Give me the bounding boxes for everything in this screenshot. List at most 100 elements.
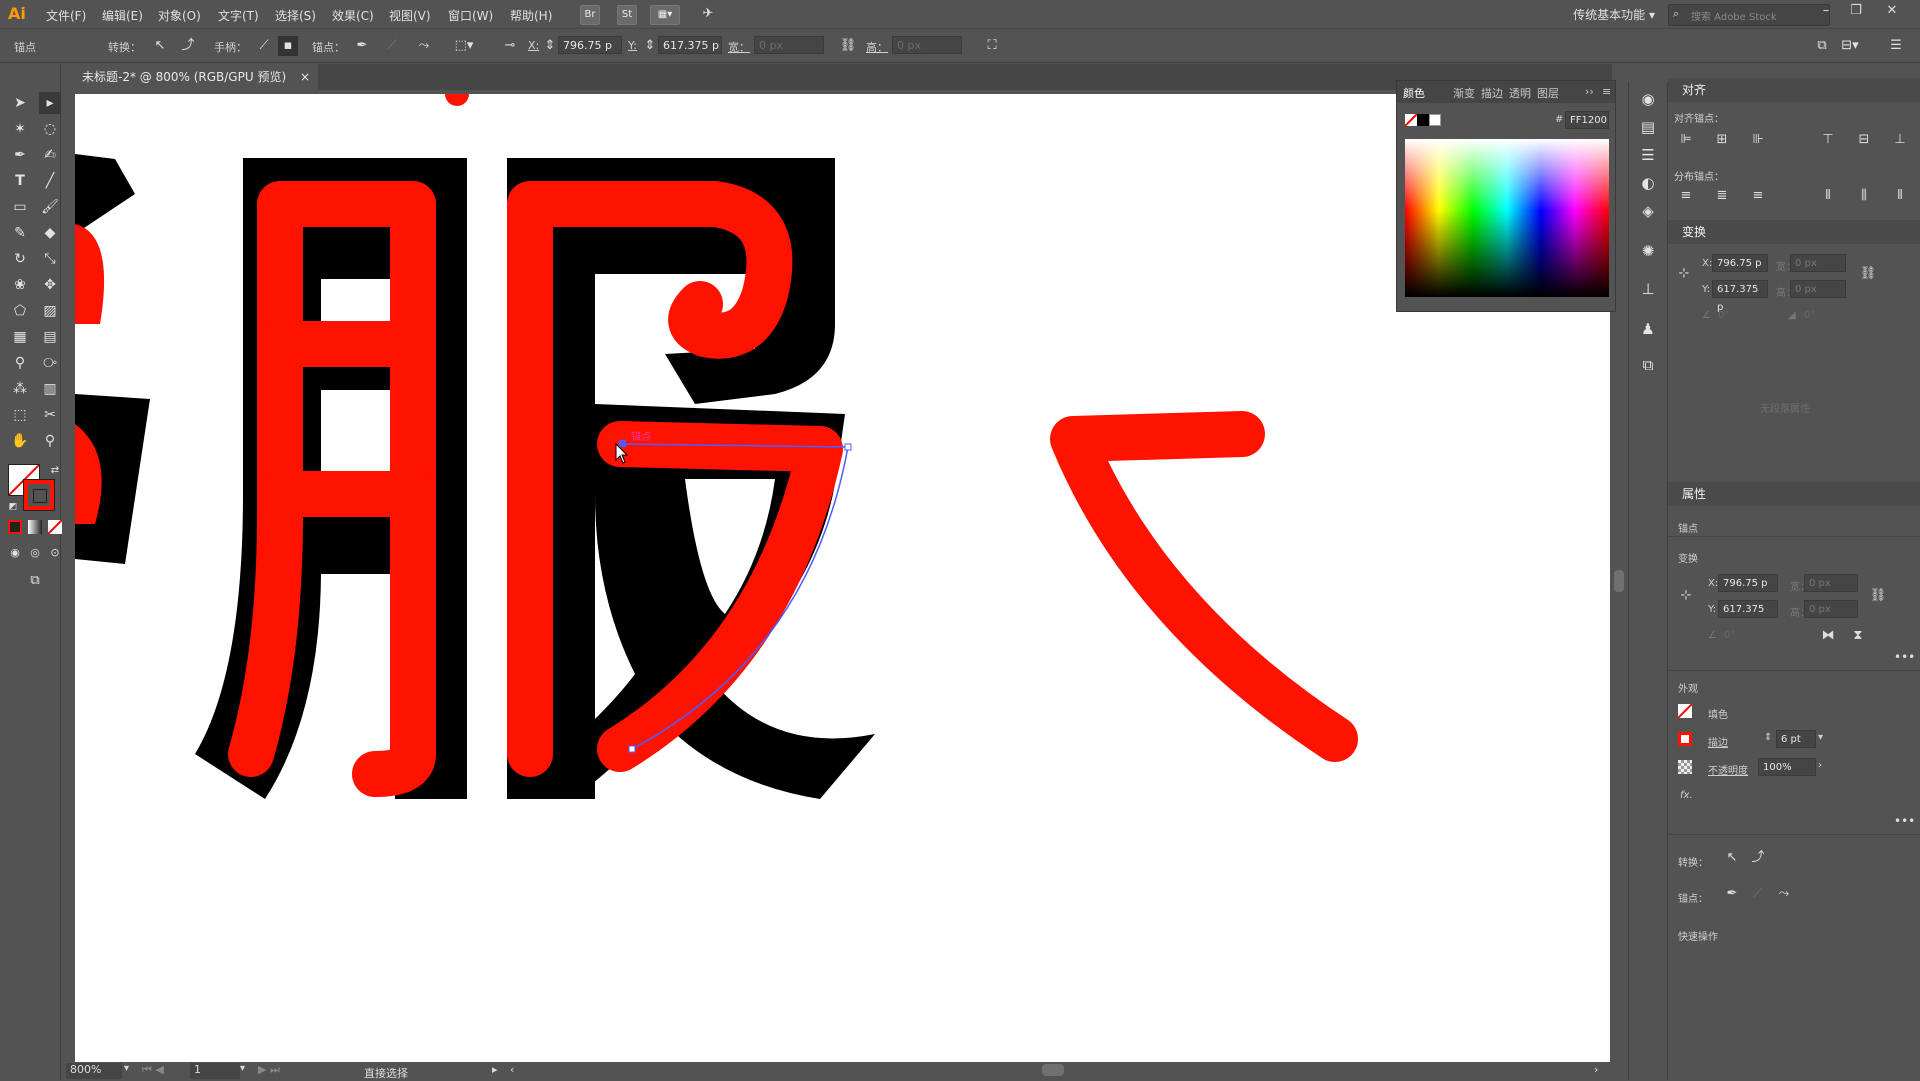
tf-x-input[interactable]: 796.75 p: [1712, 254, 1768, 272]
tab-layers[interactable]: 图层: [1537, 85, 1559, 101]
transform-panel-header[interactable]: 变换: [1668, 220, 1920, 244]
workspace-switcher[interactable]: 传统基本功能 ▾: [1573, 6, 1655, 23]
paintbrush-icon[interactable]: 🖌: [39, 196, 61, 218]
symbols-icon[interactable]: ✺: [1637, 240, 1659, 262]
black-swatch[interactable]: [1417, 114, 1429, 126]
menu-type[interactable]: 文字(T): [218, 7, 259, 24]
prop-fill-swatch[interactable]: [1677, 703, 1693, 719]
flip-vertical-icon[interactable]: ⧗: [1848, 626, 1868, 646]
vertical-scrollbar-thumb[interactable]: [1614, 570, 1624, 592]
prop-link-icon[interactable]: ⛓: [1868, 586, 1888, 606]
w-input[interactable]: 0 px: [754, 36, 824, 54]
menu-edit[interactable]: 编辑(E): [102, 7, 143, 24]
y-stepper-icon[interactable]: ⇕: [644, 36, 656, 56]
align-hcenter-icon[interactable]: ⊞: [1712, 130, 1732, 150]
minimize-icon[interactable]: –: [1815, 3, 1837, 23]
stroke-weight-dropdown-icon[interactable]: ▾: [1818, 732, 1823, 743]
slice-tool-icon[interactable]: ✂: [39, 404, 61, 426]
tab-stroke[interactable]: 描边: [1481, 85, 1503, 101]
close-tab-icon[interactable]: ×: [300, 64, 310, 90]
prop-x-input[interactable]: 796.75 p: [1718, 574, 1778, 592]
perspective-grid-icon[interactable]: ▨: [39, 300, 61, 322]
scroll-right-icon[interactable]: ›: [1594, 1063, 1598, 1076]
tf-y-input[interactable]: 617.375 p: [1712, 280, 1768, 313]
hex-input[interactable]: FF1200: [1565, 111, 1609, 129]
opacity-input[interactable]: 100%: [1758, 758, 1816, 776]
selection-tool-icon[interactable]: ➤: [9, 92, 31, 114]
fx-button[interactable]: fx.: [1680, 790, 1693, 801]
warp-tool-icon[interactable]: ❀: [9, 274, 31, 296]
puppet-warp-icon[interactable]: ✥: [39, 274, 61, 296]
artboard-canvas[interactable]: 锚点: [75, 94, 1610, 1062]
tab-gradient[interactable]: 渐变: [1453, 85, 1475, 101]
eyedropper-icon[interactable]: ⚲: [9, 352, 31, 374]
prop-connect-icon[interactable]: ⤳: [1774, 884, 1794, 904]
artwork-svg[interactable]: 锚点: [75, 94, 1610, 1062]
color-mode-icon[interactable]: [8, 520, 22, 534]
shape-builder-icon[interactable]: ⬠: [9, 300, 31, 322]
align-right-icon[interactable]: ⊪: [1748, 130, 1768, 150]
type-tool-icon[interactable]: T: [9, 170, 31, 192]
cut-path-icon[interactable]: ⟋: [382, 36, 402, 56]
color-spectrum[interactable]: [1405, 139, 1609, 297]
status-menu-icon[interactable]: ▸: [492, 1063, 498, 1076]
shaper-tool-icon[interactable]: ✎: [9, 222, 31, 244]
rotate-tool-icon[interactable]: ↻: [9, 248, 31, 270]
properties-panel-header[interactable]: 属性: [1668, 482, 1920, 506]
menu-select[interactable]: 选择(S): [275, 7, 316, 24]
artboard-dropdown-icon[interactable]: ▾: [240, 1063, 245, 1074]
convert-smooth-icon[interactable]: ⤴: [178, 36, 198, 56]
align-panel-icon[interactable]: ⊥: [1637, 278, 1659, 300]
tf-link-icon[interactable]: ⛓: [1858, 264, 1878, 284]
color-guide-icon[interactable]: ◉: [1637, 88, 1659, 110]
menu-file[interactable]: 文件(F): [46, 7, 86, 24]
document-tab[interactable]: 未标题-2* @ 800% (RGB/GPU 预览) ×: [62, 64, 318, 90]
tab-transparency[interactable]: 透明: [1509, 85, 1531, 101]
link-icon[interactable]: ⛓: [838, 36, 858, 56]
distribute-hcenter-icon[interactable]: ⫼: [1854, 186, 1874, 206]
align-bottom-icon[interactable]: ⊥: [1890, 130, 1910, 150]
artboard-tool-icon[interactable]: ⬚: [9, 404, 31, 426]
prop-convert-smooth-icon[interactable]: ⤴: [1748, 848, 1768, 868]
stock-icon[interactable]: St: [617, 5, 637, 25]
menu-help[interactable]: 帮助(H): [510, 7, 552, 24]
align-top-icon[interactable]: ⊤: [1818, 130, 1838, 150]
draw-behind-icon[interactable]: ◎: [24, 542, 46, 564]
zoom-dropdown-icon[interactable]: ▾: [124, 1063, 129, 1074]
eraser-icon[interactable]: ◆: [39, 222, 61, 244]
appearance-icon[interactable]: ◐: [1637, 172, 1659, 194]
opacity-label[interactable]: 不透明度: [1708, 762, 1748, 777]
distribute-bottom-icon[interactable]: ≡: [1748, 186, 1768, 206]
stroke-swatch[interactable]: [23, 479, 55, 511]
prop-h-input[interactable]: 0 px: [1804, 600, 1858, 618]
menu-object[interactable]: 对象(O): [158, 7, 201, 24]
mesh-tool-icon[interactable]: ▦: [9, 326, 31, 348]
lasso-icon[interactable]: ◌: [39, 118, 61, 140]
h-input[interactable]: 0 px: [892, 36, 962, 54]
blend-tool-icon[interactable]: ⧂: [39, 352, 61, 374]
distribute-vcenter-icon[interactable]: ≣: [1712, 186, 1732, 206]
more-transform-icon[interactable]: •••: [1894, 650, 1915, 664]
opacity-arrow-icon[interactable]: ›: [1818, 760, 1822, 771]
scale-tool-icon[interactable]: ⤡: [39, 248, 61, 270]
align-vcenter-icon[interactable]: ⊟: [1854, 130, 1874, 150]
rectangle-tool-icon[interactable]: ▭: [9, 196, 31, 218]
prop-y-input[interactable]: 617.375: [1718, 600, 1778, 618]
tf-angle[interactable]: 0°: [1718, 310, 1729, 321]
none-swatch[interactable]: [1404, 113, 1418, 127]
align-anchor-icon[interactable]: ⊸: [500, 36, 520, 56]
expand-tabs-icon[interactable]: ››: [1585, 85, 1594, 98]
swap-colors-icon[interactable]: ⇄: [44, 460, 66, 482]
arrange-icon[interactable]: ⧉: [1812, 36, 1832, 56]
screen-mode-icon[interactable]: ⧉: [24, 570, 46, 592]
none-mode-icon[interactable]: [47, 519, 63, 535]
white-swatch[interactable]: [1429, 114, 1441, 126]
hide-handles-icon[interactable]: ▪: [278, 36, 298, 56]
prop-cut-path-icon[interactable]: ⟋: [1748, 884, 1768, 904]
flip-horizontal-icon[interactable]: ⧓: [1818, 626, 1838, 646]
prop-convert-corner-icon[interactable]: ↖: [1722, 848, 1742, 868]
direct-selection-tool-icon[interactable]: ▸: [39, 92, 61, 114]
show-handles-icon[interactable]: ⟋: [254, 36, 274, 56]
artboard-nav-next-icon[interactable]: ▶ ⏭: [258, 1063, 280, 1077]
align-panel-header[interactable]: 对齐: [1668, 78, 1920, 102]
